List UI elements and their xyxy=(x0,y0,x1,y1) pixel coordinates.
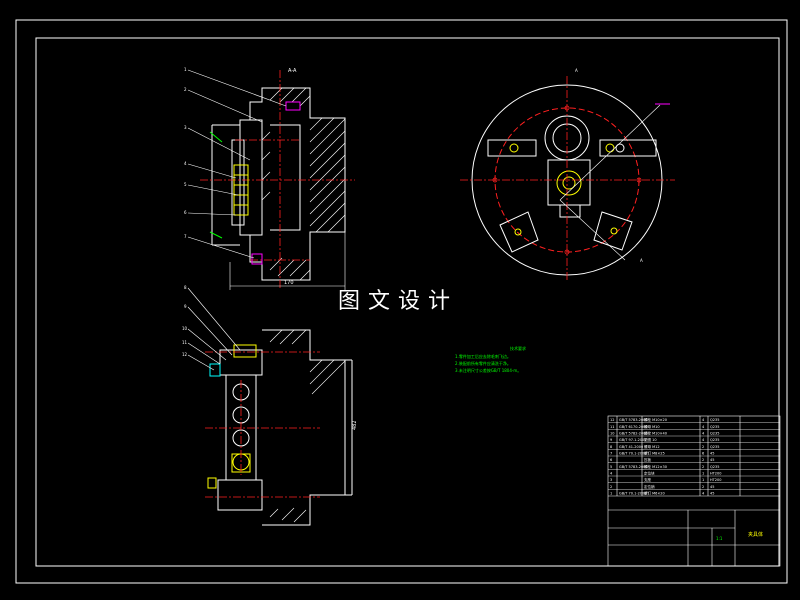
parts-cell: 4 xyxy=(702,492,705,496)
parts-cell: 1 xyxy=(610,492,612,496)
parts-cell: 1 xyxy=(702,472,704,476)
parts-list-rows: 12 GB/T 5783-2000螺栓 M10×20 4 Q23511 GB/T 617… xyxy=(608,417,780,496)
balloon-6: 6 xyxy=(184,210,187,215)
fasteners-top xyxy=(209,101,301,265)
parts-cell: 螺栓 M10×40 xyxy=(644,431,667,436)
parts-cell: 4 xyxy=(702,438,705,442)
parts-cell: 45 xyxy=(710,458,714,462)
balloon-1: 1 xyxy=(184,67,187,72)
parts-cell: HT200 xyxy=(710,472,721,476)
balloon-5: 5 xyxy=(184,182,187,187)
circles-bottom xyxy=(207,344,257,489)
dimension-width-label: 170 xyxy=(284,280,294,286)
parts-cell: 5 xyxy=(610,465,612,469)
parts-cell: Q235 xyxy=(710,465,719,469)
centerlines-circular xyxy=(460,76,675,280)
balloon-12: 12 xyxy=(182,352,188,357)
parts-cell: 4 xyxy=(610,472,613,476)
parts-cell: 45 xyxy=(710,492,714,496)
tech-req-title: 技术要求 xyxy=(510,345,526,351)
parts-cell: 螺钉 M8×25 xyxy=(644,451,665,456)
parts-cell: 2 xyxy=(702,445,704,449)
parts-cell: 2 xyxy=(702,465,704,469)
dimension-height-label: 482 xyxy=(352,420,358,430)
parts-cell: 2 xyxy=(610,485,612,489)
parts-cell: Q235 xyxy=(710,425,719,429)
parts-cell: Q235 xyxy=(710,438,719,442)
side-view-bottom xyxy=(217,329,353,526)
balloon-4: 4 xyxy=(184,161,187,166)
balloon-labels-top: 1 2 3 4 5 6 7 xyxy=(184,67,187,239)
parts-cell: GB/T 70.1-2008 xyxy=(619,492,647,496)
balloon-8: 8 xyxy=(184,285,187,290)
section-mark-a: A xyxy=(575,68,578,73)
parts-cell: 3 xyxy=(610,478,612,482)
balloon-labels-bottom: 8 9 10 11 12 xyxy=(182,285,188,357)
title-block-name: 夹具体 xyxy=(748,531,763,538)
balloon-leaders-bottom xyxy=(187,287,241,371)
parts-cell: 螺栓 M10×20 xyxy=(644,417,667,422)
parts-cell: Q235 xyxy=(710,418,719,422)
parts-cell: 螺母 M10 xyxy=(644,424,660,429)
parts-cell: 2 xyxy=(702,458,704,462)
parts-cell: 12 xyxy=(610,418,614,422)
parts-cell: 2 xyxy=(702,485,704,489)
parts-cell: 45 xyxy=(710,452,714,456)
balloon-10: 10 xyxy=(182,326,188,331)
parts-cell: 7 xyxy=(610,452,612,456)
parts-cell: GB/T 97.1-2002 xyxy=(619,438,647,442)
parts-cell: 支座 xyxy=(644,477,652,482)
parts-cell: 4 xyxy=(702,425,705,429)
tech-req-line-1: 1.零件加工后应去除毛刺飞边。 xyxy=(455,353,511,359)
balloon-9: 9 xyxy=(184,304,187,309)
tech-req-line-3: 3.未注明尺寸公差按GB/T 1804-m。 xyxy=(455,367,521,373)
section-title: A-A xyxy=(288,68,297,74)
parts-cell: 4 xyxy=(702,432,705,436)
balloon-2: 2 xyxy=(184,87,187,92)
parts-cell: GB/T 70.1-2008 xyxy=(619,452,647,456)
parts-cell: 垫圈 10 xyxy=(644,437,657,442)
parts-cell: 6 xyxy=(610,458,612,462)
hatching-top xyxy=(261,87,346,281)
title-block-scale: 1:1 xyxy=(716,536,723,541)
parts-cell: 压板 xyxy=(644,457,652,462)
parts-cell: 螺钉 M6×20 xyxy=(644,491,665,496)
parts-cell: 6 xyxy=(702,452,704,456)
cad-drawing: 170 A-A 1 2 3 4 5 6 7 482 8 9 10 11 12 A… xyxy=(15,19,788,584)
parts-cell: Q235 xyxy=(710,432,719,436)
parts-cell: GB/T 41-2000 xyxy=(619,445,643,449)
balloon-3: 3 xyxy=(184,125,187,130)
hatching-bottom xyxy=(269,329,346,523)
tech-req-line-2: 2.装配前所有零件应清洗干净。 xyxy=(455,360,511,366)
parts-cell: HT200 xyxy=(710,478,721,482)
watermark-text: 图文设计 xyxy=(338,289,458,314)
parts-cell: 11 xyxy=(610,425,614,429)
section-mark-b: A xyxy=(640,258,643,263)
parts-cell: 定位销 xyxy=(644,484,655,489)
parts-cell: 45 xyxy=(710,485,714,489)
parts-cell: 8 xyxy=(610,445,612,449)
parts-cell: 4 xyxy=(702,418,705,422)
parts-cell: 9 xyxy=(610,438,612,442)
parts-cell: Q235 xyxy=(710,445,719,449)
parts-cell: 定位块 xyxy=(644,471,655,476)
balloon-7: 7 xyxy=(184,234,187,239)
parts-cell: 螺母 M12 xyxy=(644,444,660,449)
parts-cell: 1 xyxy=(702,478,704,482)
balloon-11: 11 xyxy=(182,340,188,345)
parts-cell: 10 xyxy=(610,432,614,436)
parts-cell: 螺栓 M12×30 xyxy=(644,464,667,469)
